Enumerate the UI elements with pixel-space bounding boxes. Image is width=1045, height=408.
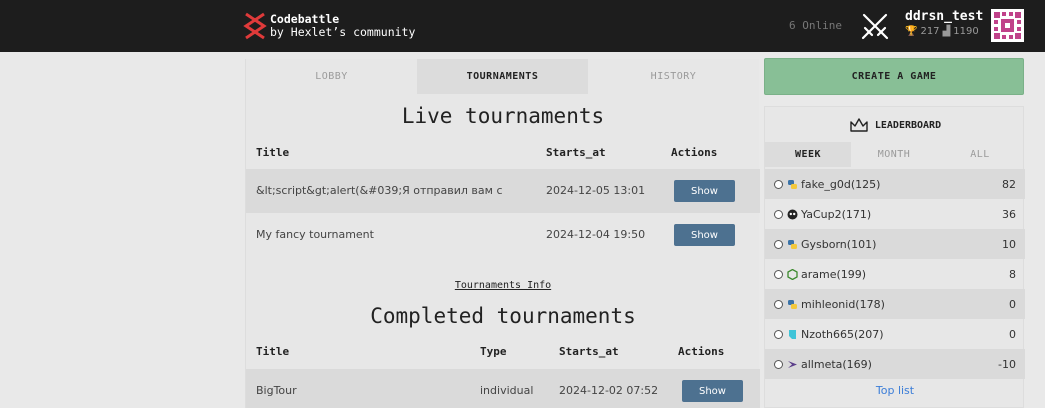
- table-row: BigTour individual 2024-12-02 07:52 Show: [246, 369, 760, 408]
- logo[interactable]: Codebattle by Hexlet’s community: [243, 12, 415, 40]
- live-tournaments-title: Live tournaments: [401, 104, 605, 128]
- status-icon: [774, 299, 783, 309]
- dart-icon: [789, 329, 796, 339]
- tournament-title[interactable]: My fancy tournament: [256, 228, 374, 241]
- logo-subtitle: by Hexlet’s community: [270, 25, 416, 39]
- main-tabs: LOBBY TOURNAMENTS HISTORY: [246, 59, 760, 94]
- player-name: Gysborn(101): [801, 237, 877, 251]
- live-header-title: Title: [256, 146, 290, 159]
- completed-header-starts-at: Starts_at: [559, 345, 619, 358]
- crown-icon: [850, 118, 868, 132]
- player-name: Nzoth665(207): [801, 327, 884, 341]
- rating-icon: ▟: [942, 26, 951, 37]
- tournament-type: individual: [480, 384, 534, 397]
- skull-icon: [787, 209, 798, 219]
- trophy-icon: 🏆: [905, 26, 918, 37]
- player-name: arame(199): [801, 267, 867, 281]
- completed-header-type: Type: [480, 345, 507, 358]
- top-list-link[interactable]: Top list: [765, 384, 1025, 397]
- tab-tournaments[interactable]: TOURNAMENTS: [417, 59, 588, 94]
- status-icon: [774, 269, 783, 279]
- tab-history[interactable]: HISTORY: [588, 59, 759, 94]
- completed-tournaments-title: Completed tournaments: [370, 304, 636, 328]
- python-icon: [788, 179, 797, 189]
- completed-header-title: Title: [256, 345, 290, 358]
- swords-icon[interactable]: [860, 11, 890, 41]
- player-score: 36: [1002, 207, 1016, 221]
- nodejs-icon: [787, 268, 798, 280]
- show-button[interactable]: Show: [682, 380, 743, 402]
- status-icon: [774, 209, 783, 219]
- player-score: -10: [998, 357, 1016, 371]
- elixir-icon: [788, 360, 797, 368]
- leaderboard-row[interactable]: Nzoth665(207) 0: [765, 319, 1025, 349]
- leaderboard-row[interactable]: Gysborn(101) 10: [765, 229, 1025, 259]
- tournament-title[interactable]: &lt;script&gt;alert(&#039;Я отправил вам…: [256, 184, 503, 197]
- leaderboard-row[interactable]: allmeta(169) -10: [765, 349, 1025, 379]
- tournaments-info-link[interactable]: Tournaments Info: [246, 280, 760, 291]
- player-name: YaCup2(171): [801, 207, 872, 221]
- tournament-title[interactable]: BigTour: [256, 384, 297, 397]
- show-button[interactable]: Show: [674, 180, 735, 202]
- user-menu[interactable]: ddrsn_test 🏆 217 ▟ 1190: [905, 9, 983, 37]
- show-button[interactable]: Show: [674, 224, 735, 246]
- tournament-starts-at: 2024-12-04 19:50: [546, 228, 646, 241]
- completed-header-actions: Actions: [678, 345, 725, 358]
- player-score: 10: [1002, 237, 1016, 251]
- status-icon: [774, 329, 783, 339]
- player-name: allmeta(169): [801, 357, 872, 371]
- player-name: fake_g0d(125): [801, 177, 881, 191]
- live-header-actions: Actions: [671, 146, 718, 159]
- leaderboard-row[interactable]: mihleonid(178) 0: [765, 289, 1025, 319]
- online-count: 6 Online: [789, 19, 842, 32]
- status-icon: [774, 179, 783, 189]
- logo-icon: [243, 12, 267, 40]
- player-score: 0: [1009, 297, 1016, 311]
- tab-month[interactable]: MONTH: [851, 142, 937, 167]
- create-game-button[interactable]: CREATE A GAME: [764, 58, 1024, 95]
- username: ddrsn_test: [905, 9, 984, 24]
- leaderboard-title: LEADERBOARD: [874, 119, 942, 131]
- player-score: 0: [1009, 327, 1016, 341]
- player-score: 82: [1002, 177, 1016, 191]
- table-row: My fancy tournament 2024-12-04 19:50 Sho…: [246, 213, 760, 257]
- tab-lobby[interactable]: LOBBY: [246, 59, 417, 94]
- trophy-count: 217: [920, 26, 940, 37]
- python-icon: [788, 299, 797, 309]
- leaderboard-tabs: WEEK MONTH ALL: [765, 142, 1025, 167]
- player-name: mihleonid(178): [801, 297, 885, 311]
- navbar: Codebattle by Hexlet’s community 6 Onlin…: [0, 0, 1045, 52]
- rating-value: 1190: [953, 26, 979, 37]
- table-row: &lt;script&gt;alert(&#039;Я отправил вам…: [246, 169, 760, 213]
- status-icon: [774, 239, 783, 249]
- status-icon: [774, 359, 783, 369]
- leaderboard-panel: LEADERBOARD WEEK MONTH ALL fake_g0d(125)…: [764, 106, 1025, 408]
- python-icon: [788, 239, 797, 249]
- leaderboard-row[interactable]: YaCup2(171) 36: [765, 199, 1025, 229]
- tab-week[interactable]: WEEK: [765, 142, 851, 167]
- tournament-starts-at: 2024-12-02 07:52: [559, 384, 659, 397]
- leaderboard-row[interactable]: fake_g0d(125) 82: [765, 169, 1025, 199]
- live-header-starts-at: Starts_at: [546, 146, 606, 159]
- tab-all[interactable]: ALL: [937, 142, 1023, 167]
- leaderboard-row[interactable]: arame(199) 8: [765, 259, 1025, 289]
- tournament-starts-at: 2024-12-05 13:01: [546, 184, 646, 197]
- main-panel: LOBBY TOURNAMENTS HISTORY Live tournamen…: [245, 59, 760, 408]
- avatar[interactable]: [991, 9, 1024, 42]
- player-score: 8: [1009, 267, 1016, 281]
